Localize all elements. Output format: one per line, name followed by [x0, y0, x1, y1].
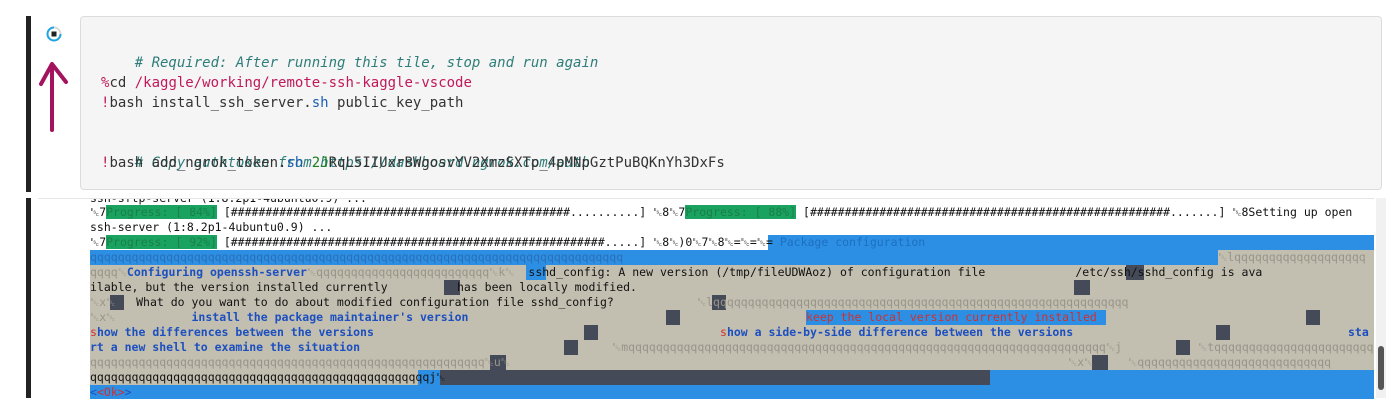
progress-bar-text: [#######################################…	[216, 205, 686, 219]
output-line: ␛x␛ What do you want to do about modifie…	[90, 295, 1374, 310]
code-line-2: %cd /kaggle/working/remote-ssh-kaggle-vs…	[101, 73, 472, 93]
output-line: ␛7Progress: [ 84%] [####################…	[90, 205, 1352, 220]
dialog-option-side-by-side[interactable]: show a side-by-side difference between t…	[720, 325, 1073, 340]
path-part: /kaggle	[134, 75, 194, 91]
dialog-message: has been locally modified.	[456, 280, 637, 294]
shell-command: public_key_path	[328, 95, 464, 111]
dialog-shadow	[1216, 325, 1230, 340]
dialog-shadow	[440, 370, 990, 385]
comment-text: # Required: After running this tile, sto…	[134, 55, 599, 71]
code-line-3: !bash install_ssh_server.sh public_key_p…	[101, 93, 463, 113]
box-chars: ␛lqqqqqqqqqqqqqqqqqqqqqqqqqqqqqqqqqqqqqq…	[696, 295, 1129, 309]
run-area	[38, 18, 78, 132]
cell-active-bar	[26, 16, 31, 192]
dialog-message: sshd_config: A new version (/tmp/fileUDW…	[514, 265, 986, 279]
progress-bar-text: [#######################################…	[216, 235, 773, 249]
stop-icon[interactable]	[46, 26, 62, 42]
output-line: ␛x␛	[1068, 355, 1094, 369]
output-line: ␛qqqqqqqqqqqqqqqqqqqqqqqqqqqq	[1128, 355, 1332, 369]
output-line: ssh-server (1:8.2p1-4ubuntu0.9) ...	[90, 220, 333, 234]
option-label: how the differences between the versions	[96, 325, 374, 339]
dialog-message: /etc/ssh/sshd_config is ava	[1075, 265, 1263, 279]
progress-label: Progress: [ 88%]	[685, 205, 797, 219]
progress-label: Progress: [ 84%]	[106, 205, 217, 219]
output-line: ␛mqqqqqqqqqqqqqqqqqqqqqqqqqqqqqqqqqqqqqq…	[612, 340, 1192, 355]
scrollbar-thumb[interactable]	[1378, 346, 1384, 390]
output-line: qqqqqqqqqqqqqqqqqqqqqqqqqqqqqqqqqqqqqqqq…	[90, 355, 510, 369]
output-line: qqqq␛Configuring openssh-server␛qqqqqqqq…	[90, 265, 1374, 280]
box-chars: qqqq␛	[90, 265, 127, 279]
shell-command: sh	[311, 95, 329, 111]
output-line: ␛tqqqqqqqqqqqqqqqqqqqqqqq	[1198, 340, 1374, 354]
ok-button[interactable]: <Ok>	[97, 385, 125, 399]
token-prefix: 2J	[303, 155, 329, 171]
progress-bar-text: [#######################################…	[796, 205, 1353, 219]
dialog-bg	[90, 385, 1374, 399]
output-line: qqqqqqqqqqqqqqqqqqqqqqqqqqqqqqqqqqqqqqqq…	[90, 250, 624, 264]
output-line: qqqqqqqqqqqqqqqqqqqqqqqqqqqqqqqqqqqqqqqq…	[90, 370, 446, 384]
dialog-question: What do you want to do about modified co…	[136, 295, 614, 309]
shell-command: sh	[286, 155, 304, 171]
box-chars: ␛qqqqqqqqqqqqqqqqqqqqqqqqq␛k␛	[306, 265, 515, 279]
dialog-shadow	[666, 310, 680, 325]
shell-command: bash add_ngrok_token.	[109, 155, 287, 171]
dialog-heading: Configuring openssh-server	[126, 265, 307, 279]
token-value: RqL5IIUxrBWgosvYV2XmzSXTp_4pMNpGztPuBQKn…	[328, 155, 725, 171]
path-part: /working	[193, 75, 262, 91]
output-line: <<Ok>>	[90, 385, 132, 399]
code-editor[interactable]: # Required: After running this tile, sto…	[80, 16, 1382, 190]
output-scrollbar[interactable]	[1376, 198, 1386, 398]
output-line: ␛x␛ install the package maintainer's ver…	[90, 310, 468, 325]
button-bracket: <	[90, 385, 97, 399]
button-bracket: >	[124, 385, 132, 399]
dialog-shadow	[564, 340, 578, 355]
dialog-option-shell-cont[interactable]: rt a new shell to examine the situation	[90, 340, 360, 355]
magic-command: cd	[109, 75, 135, 91]
output-line: ␛lqqqqqqqqqqqqqqqqqqq	[1218, 250, 1366, 264]
dialog-option-shell[interactable]: sta	[1348, 325, 1369, 340]
cell-output: ssh-sftp-server (1:8.2p1-4ubuntu0.9) ...…	[38, 198, 1374, 399]
dialog-option-show-diff[interactable]: show the differences between the version…	[90, 325, 374, 340]
escape-seq: ␛7	[90, 235, 107, 249]
shell-command: bash install_ssh_server.	[109, 95, 312, 111]
output-bar	[26, 198, 31, 398]
dialog-option-keep-local[interactable]: keep the local version currently install…	[806, 310, 1097, 325]
arrow-up-icon	[39, 62, 68, 132]
box-chars: ␛m	[612, 340, 629, 354]
escape-seq: ␛7	[90, 205, 107, 219]
dialog-shadow	[1306, 310, 1320, 325]
progress-label: Progress: [ 92%]	[106, 235, 217, 249]
code-line-6: !bash add_ngrok_token.sh 2JRqL5IIUxrBWgo…	[101, 153, 725, 173]
box-chars: qqqqqqqqqqqqqqqqqqqqqqqqqqqqqqqqqqqqqqqq…	[628, 340, 1122, 354]
dialog-shadow	[1074, 280, 1090, 295]
dialog-bg	[990, 370, 1374, 385]
dialog-shadow	[584, 325, 598, 340]
dialog-shadow	[1092, 355, 1108, 370]
box-chars: ␛x␛	[90, 310, 116, 324]
dialog-title: Package configuration	[772, 235, 926, 249]
option-label: how a side-by-side difference between th…	[726, 325, 1074, 339]
hotkey-letter: s	[720, 325, 727, 339]
path-part: /remote-ssh-kaggle-vscode	[261, 75, 472, 91]
output-line: ␛7Progress: [ 92%] [####################…	[90, 235, 925, 250]
dialog-option-install[interactable]: install the package maintainer's version	[192, 310, 469, 324]
dialog-message: ilable, but the version installed curren…	[90, 280, 388, 294]
hotkey-letter: s	[90, 325, 97, 339]
box-chars: ␛x␛	[90, 295, 116, 309]
output-line: ilable, but the version installed curren…	[90, 280, 637, 295]
